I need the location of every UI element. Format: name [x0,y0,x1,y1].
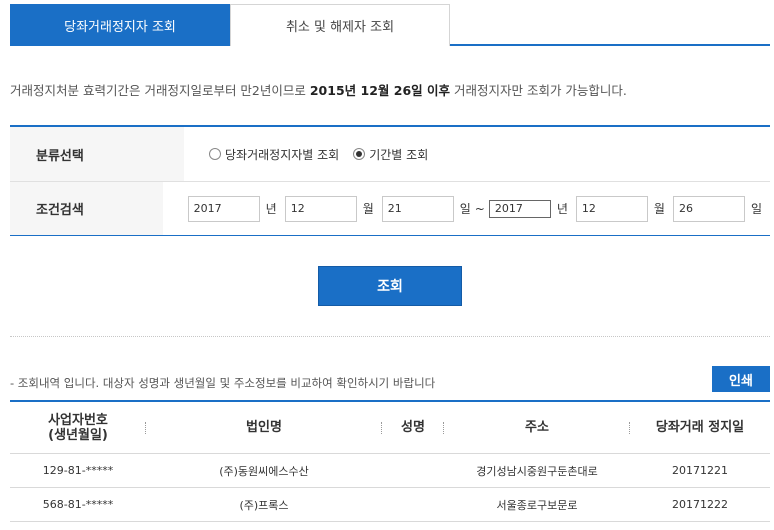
to-year-input[interactable] [488,199,551,218]
from-month-input[interactable] [284,195,357,222]
table-header: 사업자번호 (생년월일) 법인명 성명 주소 당좌거래 정지일 [10,402,770,454]
condition-label: 조건검색 [10,182,163,235]
cell-bizno: 129-81-***** [42,464,114,477]
tab-suspended-search[interactable]: 당좌거래정지자 조회 [10,4,230,46]
cell-date: 20171221 [672,464,728,477]
notice-prefix: 거래정지처분 효력기간은 거래정지일로부터 만2년이므로 [10,83,310,98]
radio-by-period[interactable]: 기간별 조회 [353,146,428,163]
cell-address: 서울종로구보문로 [496,498,578,512]
notice-suffix: 거래정지자만 조회가 가능합니다. [450,83,627,98]
unit-month: 월 [653,202,665,216]
category-label: 분류선택 [10,127,184,181]
col-bizno-label: 사업자번호 [48,412,108,428]
cell-date: 20171222 [672,498,728,511]
col-date: 당좌거래 정지일 [655,420,745,435]
unit-year: 년 [556,202,568,216]
tab-cancelled-search[interactable]: 취소 및 해제자 조회 [230,4,450,46]
col-address: 주소 [444,420,630,435]
results-table: 사업자번호 (생년월일) 법인명 성명 주소 당좌거래 정지일 129-81-**… [10,400,770,522]
table-row: 568-81-***** (주)프록스 서울종로구보문로 20171222 [10,488,770,522]
print-button[interactable]: 인쇄 [712,366,770,392]
notice-bold-date: 2015년 12월 26일 이후 [309,83,450,98]
radio-checked-icon[interactable] [353,148,366,160]
to-month-input[interactable] [575,195,648,222]
range-tilde: ~ [474,201,485,216]
col-birthdate-label: (생년월일) [48,427,108,443]
unit-day: 일 [750,202,762,216]
cell-bizno: 568-81-***** [42,498,114,511]
condition-row: 조건검색 년 월 일 ~ 년 월 일 [10,181,770,235]
unit-month: 월 [362,202,374,216]
radio-by-period-label: 기간별 조회 [369,147,429,162]
category-row: 분류선택 당좌거래정지자별 조회 기간별 조회 [10,127,770,181]
table-row: 129-81-***** (주)동원씨에스수산 경기성남시중원구둔촌대로 201… [10,454,770,488]
col-bizno: 사업자번호 (생년월일) [10,413,146,443]
search-form: 분류선택 당좌거래정지자별 조회 기간별 조회 조건검색 년 월 일 ~ 년 월 [10,125,770,236]
date-range: 년 월 일 ~ 년 월 일 [163,195,770,222]
search-button[interactable]: 조회 [318,266,462,306]
notice-text: 거래정지처분 효력기간은 거래정지일로부터 만2년이므로 2015년 12월 2… [10,80,627,99]
from-day-input[interactable] [381,195,454,222]
category-options: 당좌거래정지자별 조회 기간별 조회 [184,146,442,163]
col-name: 성명 [382,420,444,435]
cell-corp: (주)동원씨에스수산 [219,464,309,478]
unit-year: 년 [265,202,277,216]
result-note: - 조회내역 입니다. 대상자 성명과 생년월일 및 주소정보를 비교하여 확인… [10,376,436,390]
radio-by-person-label: 당좌거래정지자별 조회 [225,147,340,162]
radio-unchecked-icon[interactable] [209,148,221,160]
cell-corp: (주)프록스 [239,498,289,512]
unit-day: 일 [459,202,471,216]
to-day-input[interactable] [672,195,745,222]
divider [10,336,770,337]
cell-address: 경기성남시중원구둔촌대로 [476,464,598,478]
from-year-input[interactable] [187,195,260,222]
tab-bar: 당좌거래정지자 조회 취소 및 해제자 조회 [10,4,770,46]
radio-by-person[interactable]: 당좌거래정지자별 조회 [209,146,339,163]
col-corp: 법인명 [146,420,382,435]
